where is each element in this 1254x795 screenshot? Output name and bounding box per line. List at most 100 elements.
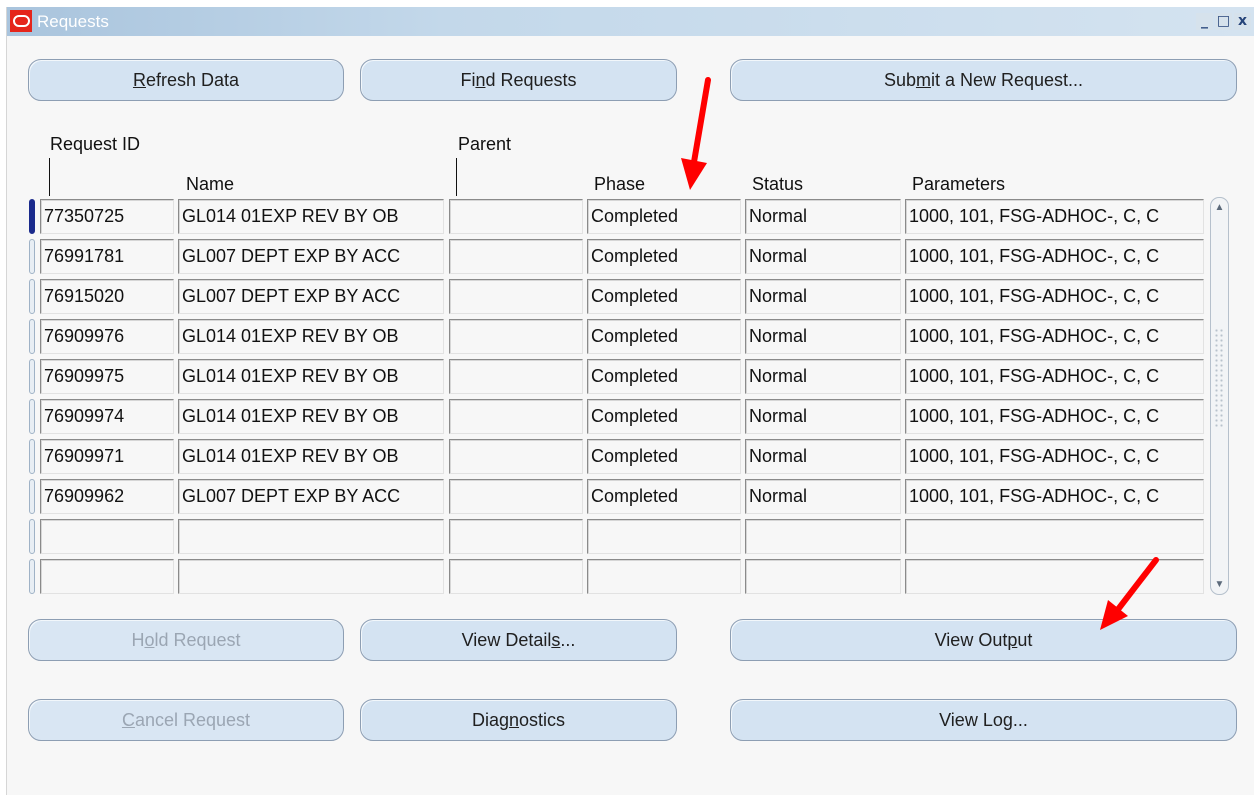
scroll-up-icon[interactable]: ▲ <box>1213 202 1226 213</box>
status-cell[interactable] <box>745 559 901 594</box>
parent-cell[interactable] <box>449 479 583 514</box>
request-id-cell[interactable] <box>40 559 174 594</box>
row-indicator[interactable] <box>29 319 35 354</box>
parameters-cell[interactable]: 1000, 101, FSG-ADHOC-, C, C <box>905 479 1204 514</box>
refresh-data-button[interactable]: Refresh Data <box>28 59 344 101</box>
submit-request-label: Sub <box>883 69 916 90</box>
parent-cell[interactable] <box>449 519 583 554</box>
parent-cell[interactable] <box>449 439 583 474</box>
minimize-icon[interactable]: _ <box>1196 13 1213 30</box>
parameters-cell[interactable]: 1000, 101, FSG-ADHOC-, C, C <box>905 319 1204 354</box>
status-cell[interactable]: Normal <box>745 319 901 354</box>
request-id-cell[interactable]: 76909971 <box>40 439 174 474</box>
parameters-cell[interactable] <box>905 519 1204 554</box>
request-id-cell[interactable]: 77350725 <box>40 199 174 234</box>
parent-cell[interactable] <box>449 199 583 234</box>
parent-cell[interactable] <box>449 319 583 354</box>
view-details-button[interactable]: View Detail s... <box>360 619 677 661</box>
parent-cell[interactable] <box>449 559 583 594</box>
view-output-label: View Out <box>934 629 1008 650</box>
phase-cell[interactable]: Completed <box>587 239 741 274</box>
parameters-cell[interactable]: 1000, 101, FSG-ADHOC-, C, C <box>905 239 1204 274</box>
hold-request-mnemonic: o <box>144 629 155 650</box>
row-indicator[interactable] <box>29 359 35 394</box>
hold-request-label: H <box>131 629 145 650</box>
cancel-request-label-rest: ancel Request <box>134 709 251 730</box>
name-cell[interactable]: GL014 01EXP REV BY OB <box>178 399 444 434</box>
parent-cell[interactable] <box>449 239 583 274</box>
row-indicator[interactable] <box>29 279 35 314</box>
cancel-request-button[interactable]: Cancel Request <box>28 699 344 741</box>
phase-cell[interactable]: Completed <box>587 199 741 234</box>
window-title: Requests <box>37 12 109 31</box>
parameters-cell[interactable]: 1000, 101, FSG-ADHOC-, C, C <box>905 199 1204 234</box>
name-cell[interactable] <box>178 519 444 554</box>
view-details-label-rest: ... <box>560 629 576 650</box>
red-arrow-icon <box>1100 557 1159 630</box>
phase-cell[interactable]: Completed <box>587 439 741 474</box>
status-cell[interactable]: Normal <box>745 359 901 394</box>
phase-cell[interactable]: Completed <box>587 279 741 314</box>
vertical-scrollbar[interactable]: ▲ ▼ <box>1210 197 1229 595</box>
name-cell[interactable]: GL007 DEPT EXP BY ACC <box>178 479 444 514</box>
row-indicator[interactable] <box>29 519 35 554</box>
status-cell[interactable]: Normal <box>745 479 901 514</box>
find-requests-mnemonic: n <box>475 69 486 90</box>
name-cell[interactable]: GL014 01EXP REV BY OB <box>178 439 444 474</box>
status-cell[interactable]: Normal <box>745 399 901 434</box>
parameters-cell[interactable]: 1000, 101, FSG-ADHOC-, C, C <box>905 439 1204 474</box>
maximize-icon[interactable]: □ <box>1215 13 1232 30</box>
diagnostics-label: Diag <box>471 709 509 730</box>
row-indicator[interactable] <box>29 559 35 594</box>
parameters-cell[interactable]: 1000, 101, FSG-ADHOC-, C, C <box>905 359 1204 394</box>
request-id-cell[interactable]: 76909974 <box>40 399 174 434</box>
row-indicator[interactable] <box>29 399 35 434</box>
red-arrow-icon <box>681 77 711 190</box>
phase-cell[interactable]: Completed <box>587 359 741 394</box>
close-icon[interactable]: x <box>1234 13 1251 30</box>
phase-cell[interactable]: Completed <box>587 479 741 514</box>
name-cell[interactable] <box>178 559 444 594</box>
status-cell[interactable]: Normal <box>745 239 901 274</box>
status-cell[interactable] <box>745 519 901 554</box>
status-cell[interactable]: Normal <box>745 199 901 234</box>
find-requests-button[interactable]: Fi n d Requests <box>360 59 677 101</box>
request-id-cell[interactable]: 76915020 <box>40 279 174 314</box>
row-indicator[interactable] <box>29 239 35 274</box>
request-id-cell[interactable]: 76991781 <box>40 239 174 274</box>
header-divider <box>49 158 50 196</box>
name-cell[interactable]: GL014 01EXP REV BY OB <box>178 199 444 234</box>
status-cell[interactable]: Normal <box>745 279 901 314</box>
name-cell[interactable]: GL014 01EXP REV BY OB <box>178 319 444 354</box>
phase-cell[interactable]: Completed <box>587 319 741 354</box>
phase-cell[interactable] <box>587 559 741 594</box>
request-id-cell[interactable]: 76909962 <box>40 479 174 514</box>
row-indicator[interactable] <box>29 199 35 234</box>
request-id-cell[interactable]: 76909976 <box>40 319 174 354</box>
row-indicator[interactable] <box>29 479 35 514</box>
phase-cell[interactable] <box>587 519 741 554</box>
parameters-cell[interactable]: 1000, 101, FSG-ADHOC-, C, C <box>905 279 1204 314</box>
scroll-grip[interactable] <box>1214 328 1225 428</box>
row-indicator[interactable] <box>29 439 35 474</box>
diagnostics-button[interactable]: Diag n ostics <box>360 699 677 741</box>
phase-cell[interactable]: Completed <box>587 399 741 434</box>
header-name: Name <box>186 174 235 194</box>
view-log-button[interactable]: View Log... <box>730 699 1237 741</box>
name-cell[interactable]: GL007 DEPT EXP BY ACC <box>178 279 444 314</box>
cancel-request-mnemonic: C <box>121 709 135 730</box>
hold-request-label-rest: ld Request <box>154 629 241 650</box>
parent-cell[interactable] <box>449 399 583 434</box>
parent-cell[interactable] <box>449 359 583 394</box>
scroll-down-icon[interactable]: ▼ <box>1213 579 1226 590</box>
name-cell[interactable]: GL014 01EXP REV BY OB <box>178 359 444 394</box>
request-id-cell[interactable] <box>40 519 174 554</box>
request-id-cell[interactable]: 76909975 <box>40 359 174 394</box>
submit-request-label-rest: it a New Request... <box>930 69 1084 90</box>
submit-new-request-button[interactable]: Sub m it a New Request... <box>730 59 1237 101</box>
parameters-cell[interactable]: 1000, 101, FSG-ADHOC-, C, C <box>905 399 1204 434</box>
name-cell[interactable]: GL007 DEPT EXP BY ACC <box>178 239 444 274</box>
parent-cell[interactable] <box>449 279 583 314</box>
hold-request-button[interactable]: Ho ld Request <box>28 619 344 661</box>
status-cell[interactable]: Normal <box>745 439 901 474</box>
